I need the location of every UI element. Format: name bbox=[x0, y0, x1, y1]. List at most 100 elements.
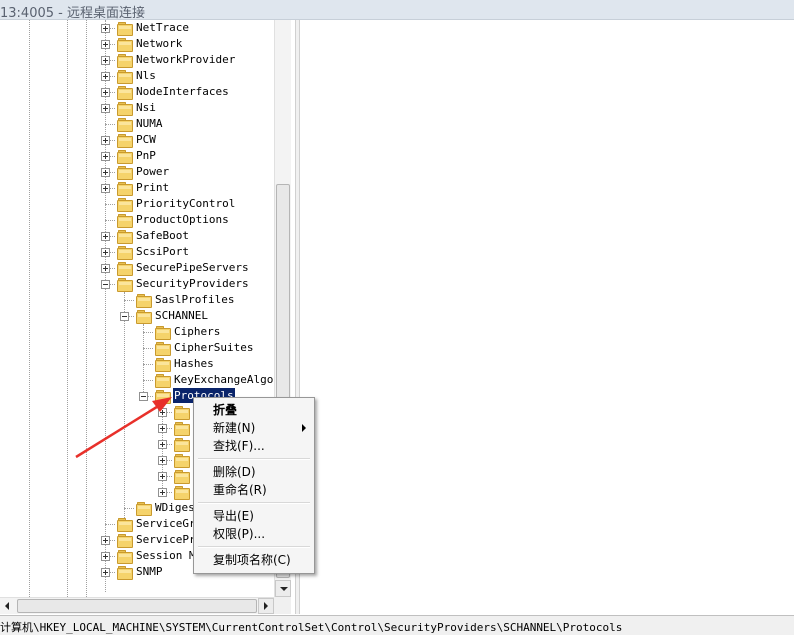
scroll-down-arrow-icon[interactable] bbox=[275, 580, 291, 597]
folder-icon bbox=[174, 438, 190, 452]
tree-item-label[interactable]: Print bbox=[135, 180, 170, 195]
expand-plus-icon[interactable] bbox=[158, 472, 167, 481]
scroll-left-arrow-icon[interactable] bbox=[0, 598, 16, 614]
menu-item-delete[interactable]: 删除(D) bbox=[196, 463, 312, 481]
tree-item-label[interactable]: SecurePipeServers bbox=[135, 260, 250, 275]
expand-plus-icon[interactable] bbox=[101, 24, 110, 33]
folder-icon bbox=[117, 278, 133, 292]
menu-item-rename[interactable]: 重命名(R) bbox=[196, 481, 312, 499]
expand-plus-icon[interactable] bbox=[101, 264, 110, 273]
expand-plus-icon[interactable] bbox=[101, 40, 110, 49]
folder-icon bbox=[174, 454, 190, 468]
menu-item-copy-key-name[interactable]: 复制项名称(C) bbox=[196, 551, 312, 569]
submenu-arrow-icon bbox=[302, 424, 306, 432]
folder-icon bbox=[117, 166, 133, 180]
folder-icon bbox=[117, 118, 133, 132]
expand-plus-icon[interactable] bbox=[158, 456, 167, 465]
expand-plus-icon[interactable] bbox=[101, 168, 110, 177]
tree-item-label[interactable]: Ciphers bbox=[173, 324, 221, 339]
tree-item-label[interactable]: Hashes bbox=[173, 356, 215, 371]
tree-item-label[interactable]: Network bbox=[135, 36, 183, 51]
folder-icon bbox=[117, 534, 133, 548]
expand-plus-icon[interactable] bbox=[101, 232, 110, 241]
expand-plus-icon[interactable] bbox=[101, 248, 110, 257]
scrollbar-corner bbox=[274, 597, 291, 614]
folder-icon bbox=[117, 54, 133, 68]
tree-item-label[interactable]: CipherSuites bbox=[173, 340, 254, 355]
tree-item-label[interactable]: ProductOptions bbox=[135, 212, 230, 227]
tree-item-label[interactable]: Nsi bbox=[135, 100, 157, 115]
menu-item-collapse[interactable]: 折叠 bbox=[196, 401, 312, 419]
tree-item-label[interactable]: ServicePr bbox=[135, 532, 197, 547]
expand-plus-icon[interactable] bbox=[158, 488, 167, 497]
folder-icon bbox=[117, 182, 133, 196]
tree-item-label[interactable]: SecurityProviders bbox=[135, 276, 250, 291]
collapse-minus-icon[interactable] bbox=[139, 392, 148, 401]
tree-item-label[interactable]: NetworkProvider bbox=[135, 52, 236, 67]
statusbar-path: 计算机\HKEY_LOCAL_MACHINE\SYSTEM\CurrentCon… bbox=[0, 621, 623, 634]
folder-icon bbox=[117, 246, 133, 260]
tree-item-label[interactable]: Power bbox=[135, 164, 170, 179]
tree-item-label[interactable]: PriorityControl bbox=[135, 196, 236, 211]
folder-icon bbox=[117, 198, 133, 212]
tree-item-label[interactable]: NetTrace bbox=[135, 20, 190, 35]
folder-icon bbox=[136, 502, 152, 516]
folder-icon bbox=[117, 262, 133, 276]
tree-item-label[interactable]: Nls bbox=[135, 68, 157, 83]
menu-separator bbox=[198, 502, 310, 504]
horizontal-scroll-thumb[interactable] bbox=[17, 599, 257, 613]
expand-plus-icon[interactable] bbox=[101, 536, 110, 545]
tree-item-label[interactable]: NUMA bbox=[135, 116, 164, 131]
collapse-minus-icon[interactable] bbox=[101, 280, 110, 289]
folder-icon bbox=[117, 22, 133, 36]
menu-separator bbox=[198, 546, 310, 548]
folder-icon bbox=[136, 310, 152, 324]
tree-item-label[interactable]: SCHANNEL bbox=[154, 308, 209, 323]
expand-plus-icon[interactable] bbox=[158, 424, 167, 433]
tree-item-label[interactable]: PCW bbox=[135, 132, 157, 147]
folder-icon bbox=[136, 294, 152, 308]
context-menu[interactable]: 折叠 新建(N) 查找(F)... 删除(D) 重命名(R) 导出(E) 权限(… bbox=[193, 397, 315, 574]
tree-horizontal-scrollbar[interactable] bbox=[0, 597, 274, 614]
folder-icon bbox=[117, 86, 133, 100]
expand-plus-icon[interactable] bbox=[101, 104, 110, 113]
tree-item-label[interactable]: KeyExchangeAlgori bbox=[173, 372, 288, 387]
expand-plus-icon[interactable] bbox=[101, 568, 110, 577]
tree-item-label[interactable]: WDiges bbox=[154, 500, 196, 515]
folder-icon bbox=[117, 550, 133, 564]
scroll-right-arrow-icon[interactable] bbox=[258, 598, 274, 614]
expand-plus-icon[interactable] bbox=[101, 136, 110, 145]
folder-icon bbox=[117, 134, 133, 148]
collapse-minus-icon[interactable] bbox=[120, 312, 129, 321]
tree-item-label[interactable]: PnP bbox=[135, 148, 157, 163]
menu-item-find[interactable]: 查找(F)... bbox=[196, 437, 312, 455]
folder-icon bbox=[174, 422, 190, 436]
tree-item-label[interactable]: SNMP bbox=[135, 564, 164, 579]
expand-plus-icon[interactable] bbox=[101, 88, 110, 97]
menu-item-new[interactable]: 新建(N) bbox=[196, 419, 312, 437]
tree-item-label[interactable]: SaslProfiles bbox=[154, 292, 235, 307]
menu-item-export[interactable]: 导出(E) bbox=[196, 507, 312, 525]
expand-plus-icon[interactable] bbox=[101, 152, 110, 161]
folder-icon bbox=[117, 518, 133, 532]
expand-plus-icon[interactable] bbox=[101, 56, 110, 65]
folder-icon bbox=[174, 470, 190, 484]
folder-icon bbox=[117, 230, 133, 244]
tree-item-label[interactable]: ServiceGr bbox=[135, 516, 197, 531]
tree-item-label[interactable]: SafeBoot bbox=[135, 228, 190, 243]
expand-plus-icon[interactable] bbox=[158, 440, 167, 449]
values-pane[interactable] bbox=[300, 20, 794, 614]
folder-icon bbox=[155, 358, 171, 372]
expand-plus-icon[interactable] bbox=[158, 408, 167, 417]
expand-plus-icon[interactable] bbox=[101, 72, 110, 81]
folder-icon bbox=[117, 38, 133, 52]
folder-icon bbox=[117, 566, 133, 580]
folder-icon bbox=[155, 342, 171, 356]
tree-item-label[interactable]: NodeInterfaces bbox=[135, 84, 230, 99]
expand-plus-icon[interactable] bbox=[101, 184, 110, 193]
menu-item-permissions[interactable]: 权限(P)... bbox=[196, 525, 312, 543]
expand-plus-icon[interactable] bbox=[101, 552, 110, 561]
window-title: 13:4005 - 远程桌面连接 bbox=[0, 6, 145, 21]
tree-item-label[interactable]: ScsiPort bbox=[135, 244, 190, 259]
window-titlebar: 13:4005 - 远程桌面连接 bbox=[0, 0, 794, 21]
